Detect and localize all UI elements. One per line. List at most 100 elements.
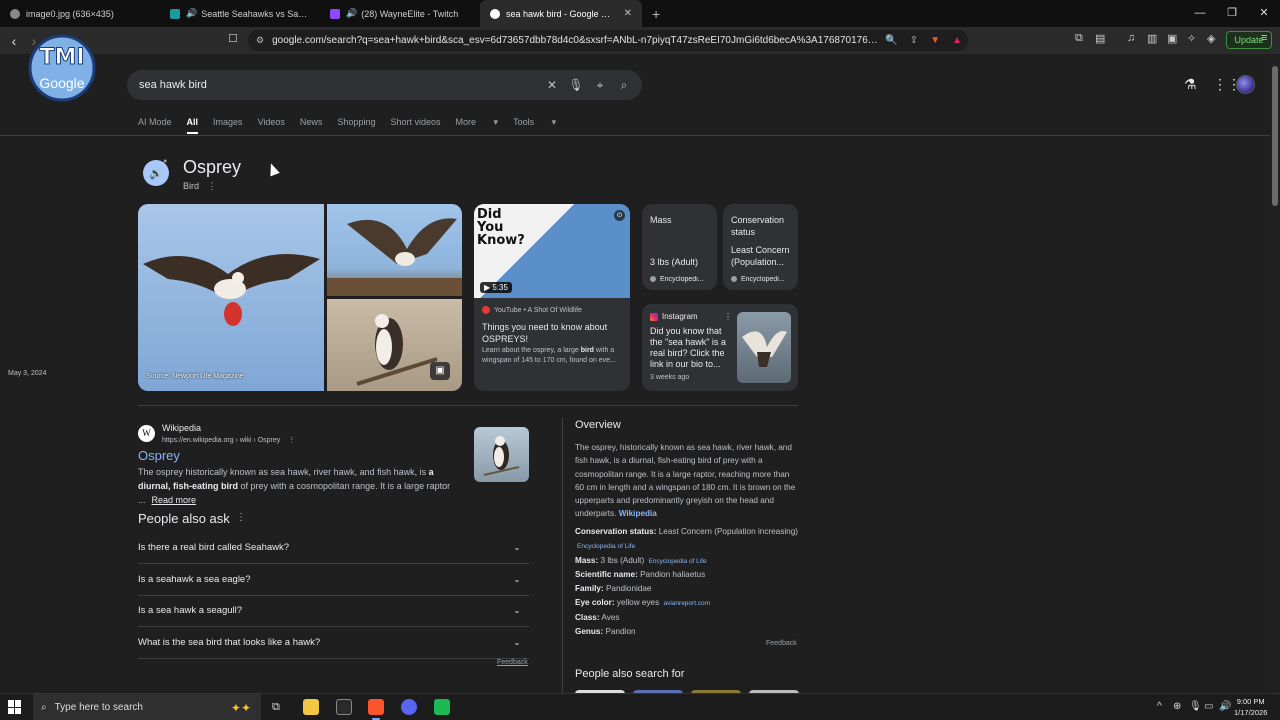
overview-feedback-link[interactable]: Feedback [766, 640, 797, 647]
chevron-down-icon[interactable]: ⌄ [509, 572, 525, 588]
audio-icon[interactable]: 🔊 [346, 8, 357, 19]
menu-icon[interactable]: ≡ [1261, 32, 1267, 44]
scrollbar-thumb[interactable] [1272, 66, 1278, 206]
video-card[interactable]: Did You Know? ▶ 5:35 ⊙ YouTube • A Shot … [474, 204, 630, 391]
tab-more[interactable]: More ▾ [456, 117, 499, 134]
overview-wikipedia-link[interactable]: Wikipedia [619, 509, 657, 518]
reader-icon[interactable]: ▤ [1095, 32, 1105, 45]
tab-google-search[interactable]: sea hawk bird - Google Search ✕ [480, 0, 642, 27]
tab-short-videos[interactable]: Short videos [390, 117, 440, 134]
zoom-icon[interactable]: 🔍 [885, 35, 897, 46]
tab-twitch[interactable]: 🔊 (28) WayneElite - Twitch [320, 0, 480, 27]
show-hidden-icons-icon[interactable]: ^ [1157, 701, 1162, 712]
app-icon[interactable] [434, 699, 450, 715]
instagram-card[interactable]: Instagram ⋮ Did you know that the "sea h… [642, 304, 798, 391]
share-icon[interactable]: ⇪ [910, 35, 918, 46]
result-thumbnail[interactable] [474, 427, 529, 482]
vpn-icon[interactable]: ◈ [1207, 32, 1215, 45]
labs-icon[interactable]: ⚗ [1184, 76, 1197, 93]
sidebar-icon[interactable]: ▥ [1147, 32, 1157, 45]
paa-question[interactable]: Is a sea hawk a seagull? ⌄ [138, 595, 529, 627]
brave-shields-icon[interactable]: ▼ [930, 35, 940, 46]
close-window-icon[interactable]: ✕ [1248, 0, 1280, 27]
address-bar[interactable]: ⚙ google.com/search?q=sea+hawk+bird&sca_… [248, 30, 968, 51]
taskbar-search-input[interactable]: ⌕ Type here to search ✦✦ [33, 694, 261, 720]
minimize-icon[interactable]: — [1184, 0, 1216, 27]
tab-images[interactable]: Images [213, 117, 243, 134]
paa-question[interactable]: What is the sea bird that looks like a h… [138, 627, 529, 659]
page-scrollbar[interactable] [1270, 54, 1280, 693]
paa-question[interactable]: Is there a real bird called Seahawk? ⌄ [138, 532, 529, 564]
brave-rewards-icon[interactable]: ▲ [952, 35, 962, 46]
extensions-icon[interactable]: ⧉ [1075, 32, 1083, 45]
read-more-link[interactable]: Read more [152, 495, 197, 505]
more-options-icon[interactable]: ⋮ [208, 181, 217, 191]
chevron-down-icon[interactable]: ⌄ [509, 603, 525, 619]
paa-question[interactable]: Is a seahawk a sea eagle? ⌄ [138, 564, 529, 596]
audio-icon[interactable]: 🔊 [186, 8, 197, 19]
lens-icon[interactable]: ⌖ [588, 78, 612, 93]
tab-ai-mode[interactable]: AI Mode [138, 117, 172, 134]
clear-icon[interactable]: ✕ [540, 78, 564, 92]
search-icon[interactable]: ⌕ [612, 78, 636, 93]
fact-source-link[interactable]: avianreport.com [663, 600, 710, 607]
volume-icon[interactable]: 🔊 [1219, 701, 1231, 712]
task-view-icon[interactable]: ⧉ [272, 701, 280, 714]
osprey-image-nest[interactable] [327, 204, 462, 296]
copilot-sparkle-icon[interactable]: ✦✦ [231, 701, 251, 715]
leo-icon[interactable]: ✧ [1187, 32, 1196, 45]
result-site-name[interactable]: Wikipedia [162, 423, 201, 433]
tab-seahawks[interactable]: 🔊 Seattle Seahawks vs San Francisc [160, 0, 320, 27]
fact-card-conservation[interactable]: Conservation status Least Concern (Popul… [723, 204, 798, 290]
more-options-icon[interactable]: ⋮ [724, 312, 732, 321]
system-clock[interactable]: 9:00 PM 1/17/2026 [1234, 696, 1267, 718]
chevron-down-icon[interactable]: ⌄ [509, 635, 525, 651]
more-options-icon[interactable]: ⋮ [236, 512, 246, 523]
more-options-icon[interactable]: ⋮ [288, 437, 295, 444]
avatar[interactable] [1236, 75, 1255, 94]
site-info-icon[interactable]: ⚙ [256, 35, 264, 46]
file-explorer-icon[interactable] [303, 699, 319, 715]
fact-source-link[interactable]: Encyclopedia of Life [577, 543, 635, 550]
image-gallery-icon[interactable]: ▣ [430, 362, 450, 380]
search-query[interactable]: sea hawk bird [139, 79, 540, 91]
osprey-in-flight-illustration [143, 254, 320, 326]
tab-image[interactable]: image0.jpg (636×435) [0, 0, 160, 27]
wikipedia-icon[interactable]: W [138, 425, 155, 442]
discord-icon[interactable] [401, 699, 417, 715]
paa-feedback-link[interactable]: Feedback [497, 659, 528, 666]
osprey-image-main[interactable] [138, 204, 324, 391]
search-input[interactable]: sea hawk bird ✕ 🎙 ⌖ ⌕ [127, 70, 642, 100]
microphone-icon[interactable]: 🎙 [1189, 701, 1202, 712]
tab-tools[interactable]: Tools ▾ [513, 117, 556, 134]
restore-icon[interactable]: ❐ [1216, 0, 1248, 27]
url-text[interactable]: google.com/search?q=sea+hawk+bird&sca_es… [272, 35, 879, 46]
tab-videos[interactable]: Videos [258, 117, 285, 134]
new-tab-button[interactable]: + [652, 6, 660, 22]
bookmark-icon[interactable]: ☐ [228, 32, 238, 45]
fact-card-mass[interactable]: Mass 3 lbs (Adult) Encyclopedi... [642, 204, 717, 290]
chevron-down-icon[interactable]: ⌄ [509, 540, 525, 556]
video-thumbnail[interactable]: Did You Know? ▶ 5:35 ⊙ [474, 204, 630, 298]
tab-news[interactable]: News [300, 117, 323, 134]
video-options-icon[interactable]: ⊙ [614, 210, 625, 221]
close-tab-icon[interactable]: ✕ [616, 8, 632, 19]
brave-browser-icon[interactable] [368, 699, 384, 715]
media-icon[interactable]: ♫ [1127, 32, 1135, 44]
windows-start-icon[interactable] [8, 700, 22, 714]
tab-all[interactable]: All [186, 117, 199, 134]
google-logo-with-overlay[interactable]: TMI Google [28, 28, 96, 108]
tray-app-icon[interactable]: ⊕ [1173, 701, 1181, 712]
network-icon[interactable]: ▭ [1204, 701, 1213, 712]
back-icon[interactable]: ‹ [4, 33, 24, 49]
instagram-thumbnail[interactable] [737, 312, 791, 383]
epic-games-icon[interactable] [336, 699, 352, 715]
microphone-icon[interactable]: 🎙 [564, 78, 588, 92]
tab-shopping[interactable]: Shopping [337, 117, 375, 134]
result-title-link[interactable]: Osprey [138, 448, 180, 463]
video-title[interactable]: Things you need to know about OSPREYS! [482, 321, 622, 345]
wallet-icon[interactable]: ▣ [1167, 32, 1177, 45]
result-url[interactable]: https://en.wikipedia.org › wiki › Osprey… [162, 436, 295, 444]
share-icon[interactable]: ↗ [160, 157, 168, 168]
fact-source-link[interactable]: Encyclopedia of Life [648, 558, 706, 565]
